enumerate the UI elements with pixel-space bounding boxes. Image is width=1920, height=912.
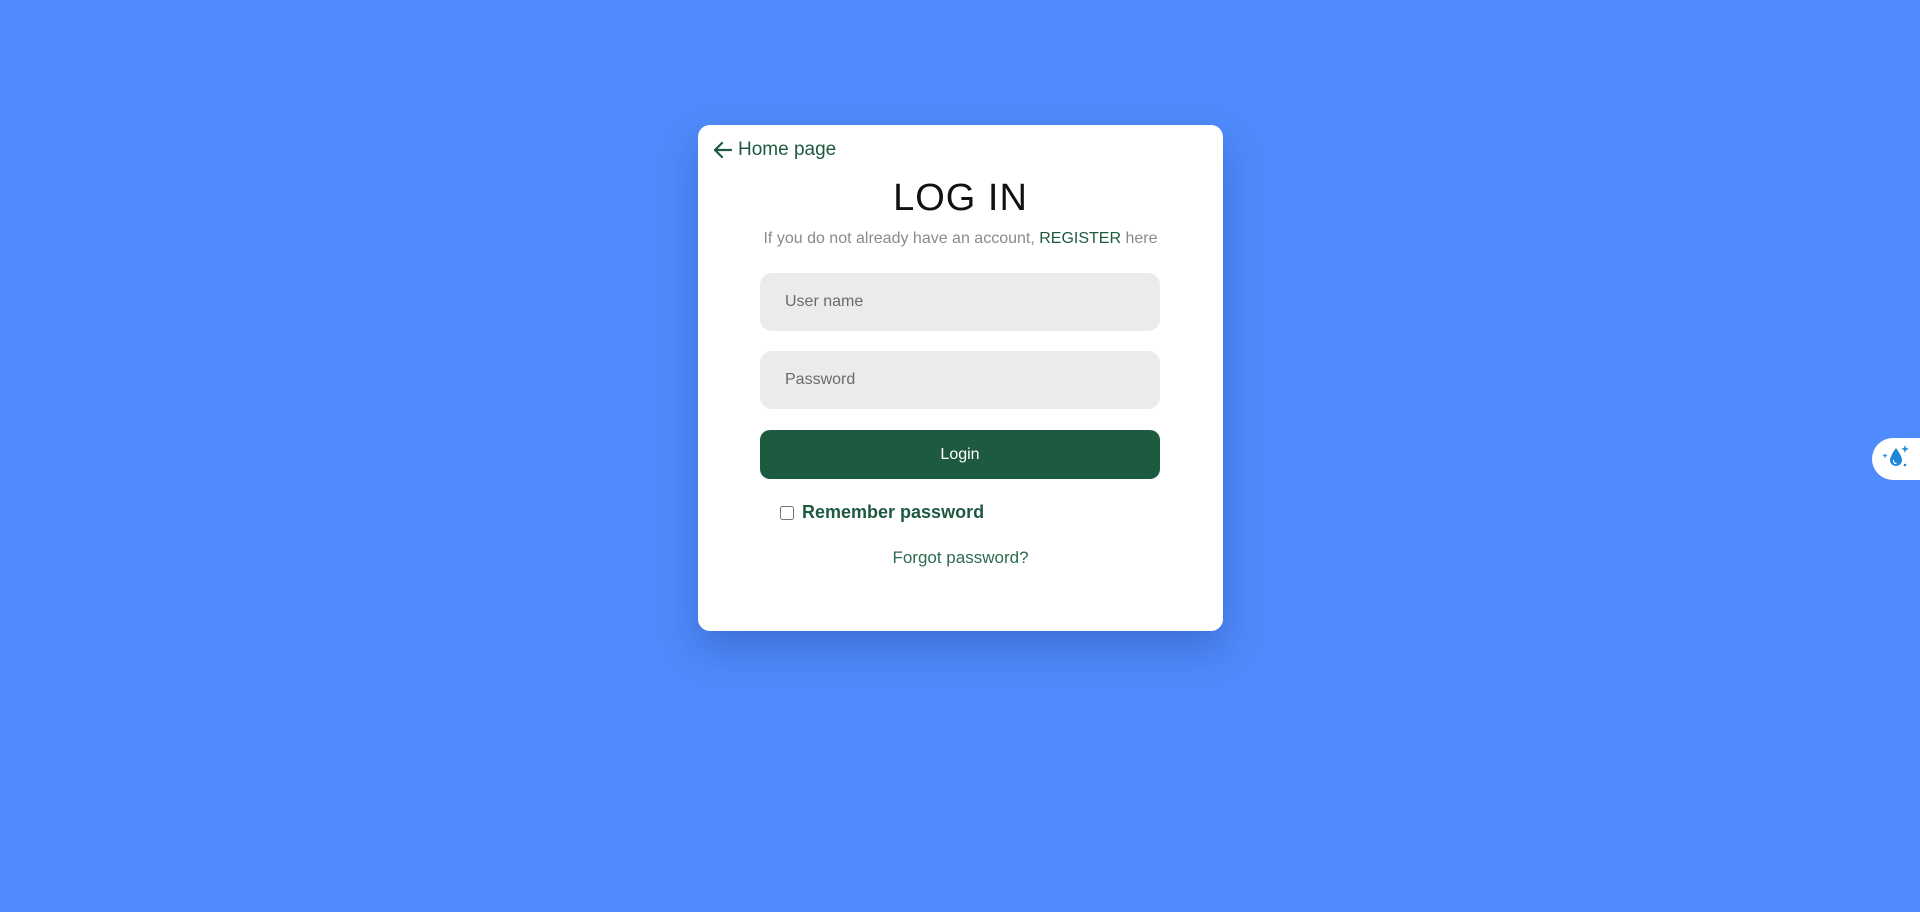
- register-hint: If you do not already have an account, R…: [698, 230, 1223, 248]
- password-input[interactable]: [760, 351, 1160, 409]
- forgot-password-link[interactable]: Forgot password?: [698, 548, 1223, 568]
- home-page-link[interactable]: Home page: [714, 139, 836, 161]
- register-link[interactable]: REGISTER: [1039, 230, 1121, 247]
- remember-password[interactable]: Remember password: [780, 502, 984, 523]
- login-card: Home page LOG IN If you do not already h…: [698, 125, 1223, 631]
- arrow-left-icon: [714, 142, 732, 158]
- login-button[interactable]: Login: [760, 430, 1160, 479]
- remember-password-checkbox[interactable]: [780, 505, 794, 520]
- page: Home page LOG IN If you do not already h…: [0, 0, 1920, 912]
- remember-password-label: Remember password: [802, 502, 985, 522]
- username-input[interactable]: [760, 273, 1160, 331]
- register-hint-prefix: If you do not already have an account,: [763, 230, 1040, 247]
- register-hint-suffix: here: [1121, 230, 1158, 247]
- page-title: LOG IN: [893, 177, 1028, 219]
- side-widget-button[interactable]: [1872, 438, 1920, 480]
- home-page-label: Home page: [738, 139, 837, 160]
- water-drop-sparkle-icon: [1881, 443, 1911, 476]
